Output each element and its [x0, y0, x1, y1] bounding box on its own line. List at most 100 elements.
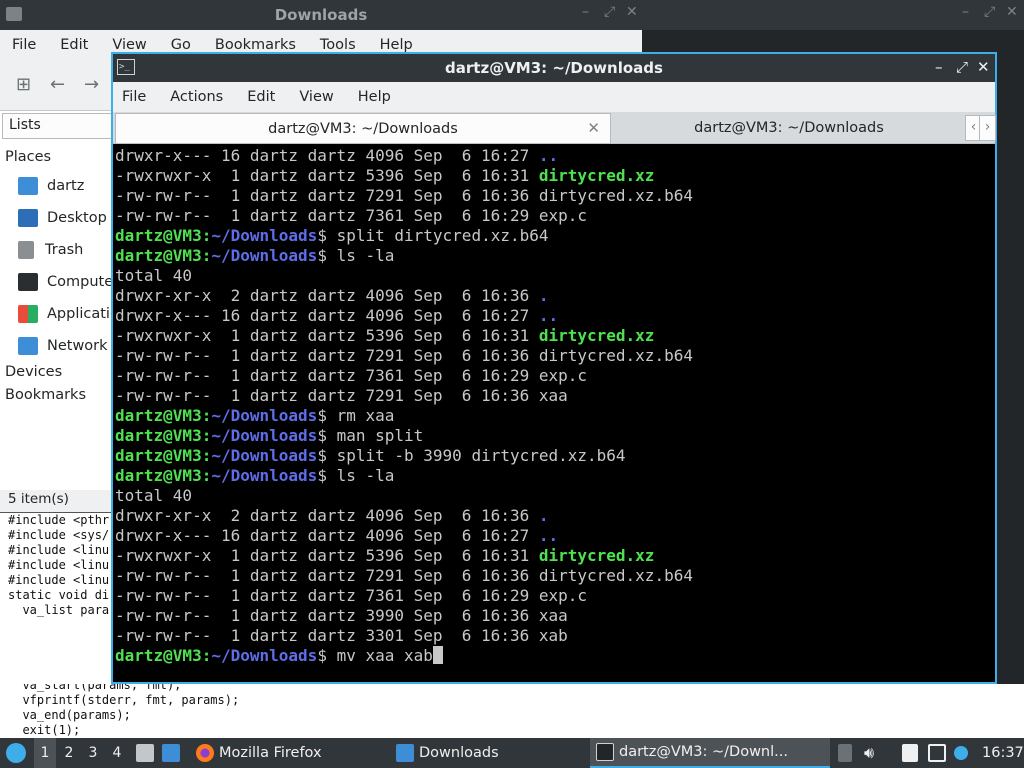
start-menu-icon — [6, 743, 26, 763]
bookmarks-heading[interactable]: Bookmarks — [5, 387, 86, 403]
executable-name: dirtycred.xz — [538, 166, 655, 185]
places-heading: Places — [5, 149, 52, 165]
volume-icon[interactable]: 🔊︎ — [864, 744, 882, 762]
menu-bookmarks[interactable]: Bookmarks — [215, 37, 296, 53]
prompt-symbol: $ — [317, 646, 337, 665]
devices-heading[interactable]: Devices — [5, 364, 62, 380]
prompt-user: dartz@VM3 — [115, 226, 202, 245]
network-status-icon[interactable] — [954, 746, 968, 760]
prompt-separator: : — [201, 226, 212, 245]
menu-go[interactable]: Go — [171, 37, 191, 53]
output-text: -rw-rw-r-- 1 dartz dartz 7291 Sep 6 16:3… — [115, 386, 568, 405]
terminal-tabbar: dartz@VM3: ~/Downloads ✕ dartz@VM3: ~/Do… — [113, 112, 996, 144]
terminal-line: total 40 — [115, 266, 995, 286]
directory-name: .. — [538, 526, 559, 545]
files-launcher-icon[interactable] — [136, 744, 154, 762]
directory-name: .. — [538, 306, 559, 325]
clock[interactable]: 16:37 — [982, 738, 1024, 768]
code-line: va_end(params); — [8, 708, 131, 722]
menu-view[interactable]: View — [112, 37, 146, 53]
maximize-icon[interactable]: ⤢ — [604, 4, 615, 20]
sidebar-item-trash[interactable]: Trash — [18, 238, 83, 262]
terminal-titlebar[interactable]: >_ dartz@VM3: ~/Downloads – ⤢ ✕ — [113, 54, 995, 82]
terminal-line: -rwxrwxr-x 1 dartz dartz 5396 Sep 6 16:3… — [115, 546, 995, 566]
output-text: -rw-rw-r-- 1 dartz dartz 3990 Sep 6 16:3… — [115, 606, 568, 625]
workspace-4[interactable]: 4 — [106, 738, 128, 768]
prompt-user: dartz@VM3 — [115, 466, 202, 485]
menu-file[interactable]: File — [12, 37, 36, 53]
sidebar-item-desktop[interactable]: Desktop — [18, 206, 107, 230]
terminal-line: dartz@VM3:~/Downloads$ ls -la — [115, 246, 995, 266]
tab-label: dartz@VM3: ~/Downloads — [268, 120, 458, 137]
desktop-icon — [18, 209, 38, 227]
prompt-user: dartz@VM3 — [115, 426, 202, 445]
sidebar-item-computer[interactable]: Computer — [18, 270, 119, 294]
output-text: drwxr-x--- 16 dartz dartz 4096 Sep 6 16:… — [115, 146, 539, 165]
close-tab-icon[interactable]: ✕ — [587, 119, 600, 137]
sidebar-item-network[interactable]: Network — [18, 334, 108, 358]
terminal-output[interactable]: drwxr-x--- 16 dartz dartz 4096 Sep 6 16:… — [113, 146, 995, 682]
terminal-line: -rw-rw-r-- 1 dartz dartz 3990 Sep 6 16:3… — [115, 606, 995, 626]
terminal-line: drwxr-xr-x 2 dartz dartz 4096 Sep 6 16:3… — [115, 506, 995, 526]
prompt-symbol: $ — [317, 246, 337, 265]
output-text: drwxr-x--- 16 dartz dartz 4096 Sep 6 16:… — [115, 526, 539, 545]
terminal-line: -rw-rw-r-- 1 dartz dartz 7291 Sep 6 16:3… — [115, 346, 995, 366]
tab-2[interactable]: dartz@VM3: ~/Downloads — [613, 113, 965, 143]
output-text: -rw-rw-r-- 1 dartz dartz 3301 Sep 6 16:3… — [115, 626, 568, 645]
command-text: rm xaa — [336, 406, 395, 425]
minimize-icon[interactable]: – — [935, 58, 943, 76]
terminal-line: -rw-rw-r-- 1 dartz dartz 3301 Sep 6 16:3… — [115, 626, 995, 646]
taskbar-app-downloads[interactable]: Downloads — [396, 738, 499, 768]
menu-edit[interactable]: Edit — [247, 89, 275, 105]
fm-sidebar: Lists Places dartz Desktop Trash Compute… — [0, 110, 136, 512]
prompt-symbol: $ — [317, 446, 337, 465]
sidebar-item-label: Trash — [45, 242, 84, 258]
clipboard-icon[interactable] — [902, 744, 918, 762]
menu-file[interactable]: File — [122, 89, 146, 105]
taskbar-app-firefox[interactable]: Mozilla Firefox — [196, 738, 322, 768]
desktop-launcher-icon[interactable] — [162, 744, 180, 762]
sidebar-item-label: Computer — [47, 274, 120, 290]
new-tab-icon[interactable]: ⊞ — [16, 74, 31, 95]
workspace-1[interactable]: 1 — [34, 738, 56, 768]
output-text: -rw-rw-r-- 1 dartz dartz 7361 Sep 6 16:2… — [115, 366, 588, 385]
terminal-line: -rw-rw-r-- 1 dartz dartz 7361 Sep 6 16:2… — [115, 366, 995, 386]
taskbar-app-terminal[interactable]: dartz@VM3: ~/Downl... — [590, 738, 830, 768]
updates-icon[interactable] — [928, 744, 946, 762]
terminal-window[interactable]: >_ dartz@VM3: ~/Downloads – ⤢ ✕ File Act… — [111, 52, 997, 684]
app-menu-button[interactable] — [6, 738, 31, 768]
menu-view[interactable]: View — [299, 89, 333, 105]
chevron-right-icon[interactable]: › — [979, 115, 996, 141]
maximize-icon[interactable]: ⤢ — [956, 58, 968, 76]
menu-tools[interactable]: Tools — [320, 37, 356, 53]
sidebar-mode-select[interactable]: Lists — [2, 113, 112, 139]
terminal-line: drwxr-xr-x 2 dartz dartz 4096 Sep 6 16:3… — [115, 286, 995, 306]
minimize-icon[interactable]: – — [962, 4, 969, 20]
workspace-3[interactable]: 3 — [82, 738, 104, 768]
output-text: -rw-rw-r-- 1 dartz dartz 7291 Sep 6 16:3… — [115, 186, 693, 205]
prompt-path: ~/Downloads — [211, 226, 318, 245]
close-icon[interactable]: ✕ — [1006, 4, 1018, 20]
maximize-icon[interactable]: ⤢ — [984, 4, 995, 20]
tab-1[interactable]: dartz@VM3: ~/Downloads ✕ — [115, 113, 611, 143]
workspace-2[interactable]: 2 — [58, 738, 80, 768]
forward-icon[interactable]: → — [84, 74, 99, 95]
prompt-path: ~/Downloads — [211, 646, 318, 665]
menu-help[interactable]: Help — [380, 37, 413, 53]
menu-edit[interactable]: Edit — [60, 37, 88, 53]
close-icon[interactable]: ✕ — [977, 58, 990, 76]
minimize-icon[interactable]: – — [582, 4, 589, 20]
code-editor-pane-lower[interactable]: va_start(params, fmt); vfprintf(stderr, … — [0, 684, 1024, 738]
command-text: man split — [336, 426, 424, 445]
close-icon[interactable]: ✕ — [626, 4, 638, 20]
prompt-user: dartz@VM3 — [115, 406, 202, 425]
sidebar-item-dartz[interactable]: dartz — [18, 174, 84, 198]
back-icon[interactable]: ← — [50, 74, 65, 95]
menu-help[interactable]: Help — [358, 89, 391, 105]
fm-titlebar: Downloads – ⤢ ✕ – ⤢ ✕ — [0, 0, 1024, 30]
battery-icon[interactable] — [838, 744, 852, 762]
computer-icon — [18, 273, 38, 291]
prompt-symbol: $ — [317, 466, 337, 485]
menu-actions[interactable]: Actions — [170, 89, 223, 105]
prompt-path: ~/Downloads — [211, 446, 318, 465]
